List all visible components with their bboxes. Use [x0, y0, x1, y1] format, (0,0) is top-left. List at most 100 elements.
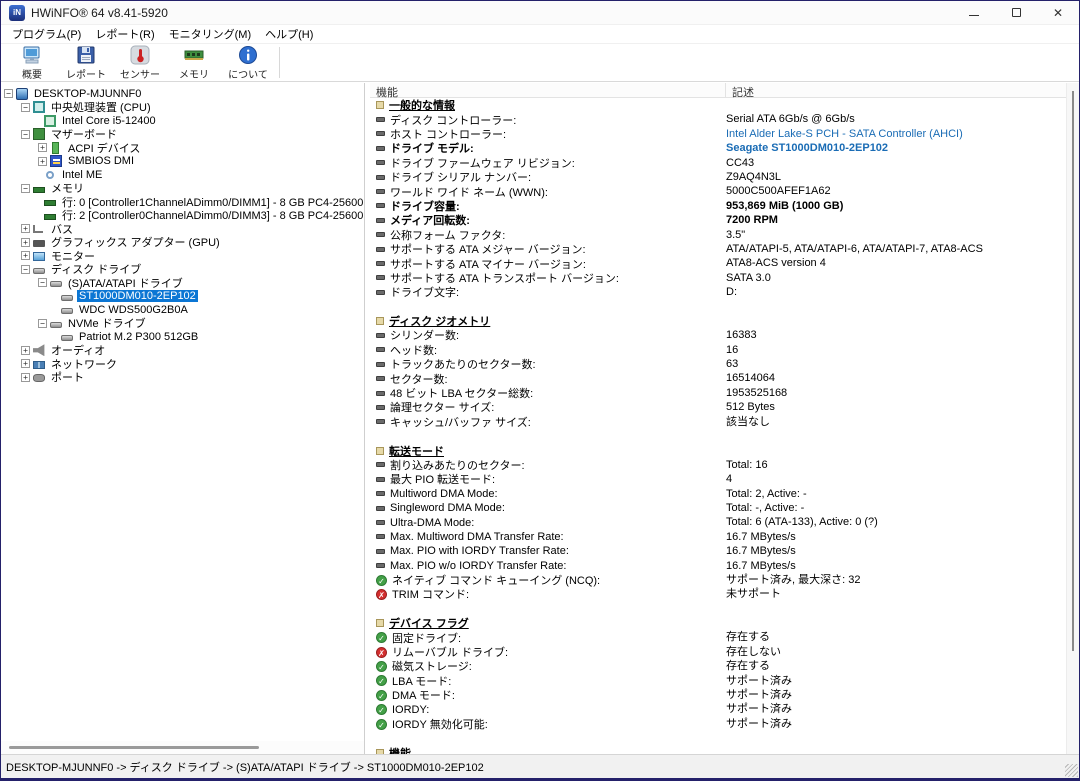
- tree-item[interactable]: Intel Core i5-12400: [1, 114, 364, 128]
- menu-item[interactable]: モニタリング(M): [162, 25, 259, 43]
- detail-row[interactable]: ✓DMA モード:サポート済み: [370, 688, 1066, 702]
- tree-expand-plus-icon[interactable]: +: [21, 346, 30, 355]
- toolbar-button-summary[interactable]: 概要: [7, 45, 57, 80]
- tree-expand-plus-icon[interactable]: +: [21, 359, 30, 368]
- tree-item[interactable]: −マザーボード: [1, 128, 364, 142]
- tree-item[interactable]: WDC WDS500G2B0A: [1, 303, 364, 317]
- tree-expand-plus-icon[interactable]: +: [38, 143, 47, 152]
- detail-row[interactable]: ✗リムーバブル ドライブ:存在しない: [370, 645, 1066, 659]
- detail-row[interactable]: ドライブ容量:953,869 MiB (1000 GB): [370, 199, 1066, 213]
- detail-row[interactable]: ホスト コントローラー:Intel Alder Lake-S PCH - SAT…: [370, 127, 1066, 141]
- tree-item[interactable]: −(S)ATA/ATAPI ドライブ: [1, 276, 364, 290]
- tree-horizontal-scrollbar[interactable]: [1, 741, 364, 754]
- tree-collapse-minus-icon[interactable]: −: [21, 184, 30, 193]
- tree-collapse-minus-icon[interactable]: −: [4, 89, 13, 98]
- detail-row[interactable]: 割り込みあたりのセクター:Total: 16: [370, 458, 1066, 472]
- detail-row[interactable]: Singleword DMA Mode:Total: -, Active: -: [370, 501, 1066, 515]
- tree-item[interactable]: Intel ME: [1, 168, 364, 182]
- tree-item[interactable]: −DESKTOP-MJUNNF0: [1, 87, 364, 101]
- detail-row[interactable]: Ultra-DMA Mode:Total: 6 (ATA-133), Activ…: [370, 515, 1066, 529]
- tree-collapse-minus-icon[interactable]: −: [21, 130, 30, 139]
- menu-item[interactable]: ヘルプ(H): [258, 25, 320, 43]
- tree-item[interactable]: +オーディオ: [1, 344, 364, 358]
- tree-item[interactable]: +ネットワーク: [1, 357, 364, 371]
- tree-collapse-minus-icon[interactable]: −: [21, 265, 30, 274]
- detail-row[interactable]: ✓IORDY 無効化可能:サポート済み: [370, 717, 1066, 731]
- detail-value: 16.7 MBytes/s: [726, 559, 796, 573]
- tree-item[interactable]: +ACPI デバイス: [1, 141, 364, 155]
- tree-collapse-minus-icon[interactable]: −: [38, 278, 47, 287]
- column-header-description[interactable]: 記述: [726, 83, 760, 97]
- tree-expand-plus-icon[interactable]: +: [21, 251, 30, 260]
- monitor-icon: [33, 252, 45, 261]
- detail-row[interactable]: 論理セクター サイズ:512 Bytes: [370, 400, 1066, 414]
- tree-item[interactable]: 行: 2 [Controller0ChannelADimm0/DIMM3] - …: [1, 209, 364, 223]
- detail-row[interactable]: ディスク コントローラー:Serial ATA 6Gb/s @ 6Gb/s: [370, 112, 1066, 126]
- scrollbar-thumb[interactable]: [9, 746, 259, 749]
- detail-row[interactable]: ✓磁気ストレージ:存在する: [370, 659, 1066, 673]
- tree-collapse-minus-icon[interactable]: −: [38, 319, 47, 328]
- detail-row[interactable]: Max. Multiword DMA Transfer Rate:16.7 MB…: [370, 530, 1066, 544]
- tree-item[interactable]: −ディスク ドライブ: [1, 263, 364, 277]
- tree-item[interactable]: +バス: [1, 222, 364, 236]
- tree-item[interactable]: −中央処理装置 (CPU): [1, 101, 364, 115]
- tree-item[interactable]: +SMBIOS DMI: [1, 155, 364, 169]
- detail-row[interactable]: ワールド ワイド ネーム (WWN):5000C500AFEF1A62: [370, 184, 1066, 198]
- detail-row[interactable]: サポートする ATA トランスポート バージョン:SATA 3.0: [370, 271, 1066, 285]
- menu-item[interactable]: プログラム(P): [5, 25, 88, 43]
- column-header-feature[interactable]: 機能: [370, 83, 726, 97]
- maximize-button[interactable]: [995, 1, 1037, 25]
- detail-row[interactable]: セクター数:16514064: [370, 371, 1066, 385]
- detail-row[interactable]: ✓LBA モード:サポート済み: [370, 674, 1066, 688]
- detail-row[interactable]: キャッシュ/バッファ サイズ:該当なし: [370, 415, 1066, 429]
- detail-row[interactable]: ✓固定ドライブ:存在する: [370, 630, 1066, 644]
- close-button[interactable]: ✕: [1037, 1, 1079, 25]
- toolbar-button-report[interactable]: レポート: [61, 45, 111, 80]
- detail-row[interactable]: シリンダー数:16383: [370, 328, 1066, 342]
- detail-row[interactable]: サポートする ATA メジャー バージョン:ATA/ATAPI-5, ATA/A…: [370, 242, 1066, 256]
- detail-row[interactable]: ドライブ ファームウェア リビジョン:CC43: [370, 156, 1066, 170]
- minimize-button[interactable]: [953, 1, 995, 25]
- detail-row[interactable]: ドライブ文字:D:: [370, 285, 1066, 299]
- tree-expand-plus-icon[interactable]: +: [38, 157, 47, 166]
- drive-icon: [376, 376, 385, 381]
- detail-row[interactable]: サポートする ATA マイナー バージョン:ATA8-ACS version 4: [370, 256, 1066, 270]
- resize-grip-icon[interactable]: [1065, 764, 1078, 777]
- tree-item[interactable]: +ポート: [1, 371, 364, 385]
- toolbar-button-sensors[interactable]: センサー: [115, 45, 165, 80]
- tree-item[interactable]: +モニター: [1, 249, 364, 263]
- scrollbar-thumb[interactable]: [1072, 91, 1074, 651]
- detail-row[interactable]: 公称フォーム ファクタ:3.5": [370, 228, 1066, 242]
- menu-item[interactable]: レポート(R): [88, 25, 161, 43]
- detail-value: 953,869 MiB (1000 GB): [726, 199, 843, 213]
- tree-expand-plus-icon[interactable]: +: [21, 373, 30, 382]
- detail-row[interactable]: ✓ネイティブ コマンド キューイング (NCQ):サポート済み, 最大深さ: 3…: [370, 573, 1066, 587]
- detail-row[interactable]: ✓IORDY:サポート済み: [370, 702, 1066, 716]
- detail-label-text: Singleword DMA Mode:: [390, 502, 505, 514]
- detail-row[interactable]: Multiword DMA Mode:Total: 2, Active: -: [370, 487, 1066, 501]
- details-vertical-scrollbar[interactable]: [1066, 83, 1079, 754]
- detail-row[interactable]: メディア回転数:7200 RPM: [370, 213, 1066, 227]
- tree-item[interactable]: +グラフィックス アダプター (GPU): [1, 236, 364, 250]
- detail-row[interactable]: トラックあたりのセクター数:63: [370, 357, 1066, 371]
- tree-expand-plus-icon[interactable]: +: [21, 238, 30, 247]
- detail-row[interactable]: Max. PIO with IORDY Transfer Rate:16.7 M…: [370, 544, 1066, 558]
- detail-row[interactable]: 最大 PIO 転送モード:4: [370, 472, 1066, 486]
- tree-item[interactable]: ST1000DM010-2EP102: [1, 290, 364, 304]
- tree-item[interactable]: −NVMe ドライブ: [1, 317, 364, 331]
- tree-item[interactable]: −メモリ: [1, 182, 364, 196]
- tree-item[interactable]: 行: 0 [Controller1ChannelADimm0/DIMM1] - …: [1, 195, 364, 209]
- toolbar-button-about[interactable]: について: [223, 45, 273, 80]
- detail-row[interactable]: ドライブ モデル:Seagate ST1000DM010-2EP102: [370, 141, 1066, 155]
- detail-row[interactable]: 48 ビット LBA セクター総数:1953525168: [370, 386, 1066, 400]
- tree-collapse-minus-icon[interactable]: −: [21, 103, 30, 112]
- detail-row[interactable]: ドライブ シリアル ナンバー:Z9AQ4N3L: [370, 170, 1066, 184]
- toolbar-button-memory[interactable]: メモリ: [169, 45, 219, 80]
- tree-expand-plus-icon[interactable]: +: [21, 224, 30, 233]
- detail-value: 3.5": [726, 228, 745, 242]
- tree-item[interactable]: Patriot M.2 P300 512GB: [1, 330, 364, 344]
- detail-row[interactable]: Max. PIO w/o IORDY Transfer Rate:16.7 MB…: [370, 559, 1066, 573]
- drive-icon: [376, 146, 385, 151]
- detail-row[interactable]: ヘッド数:16: [370, 343, 1066, 357]
- detail-row[interactable]: ✗TRIM コマンド:未サポート: [370, 587, 1066, 601]
